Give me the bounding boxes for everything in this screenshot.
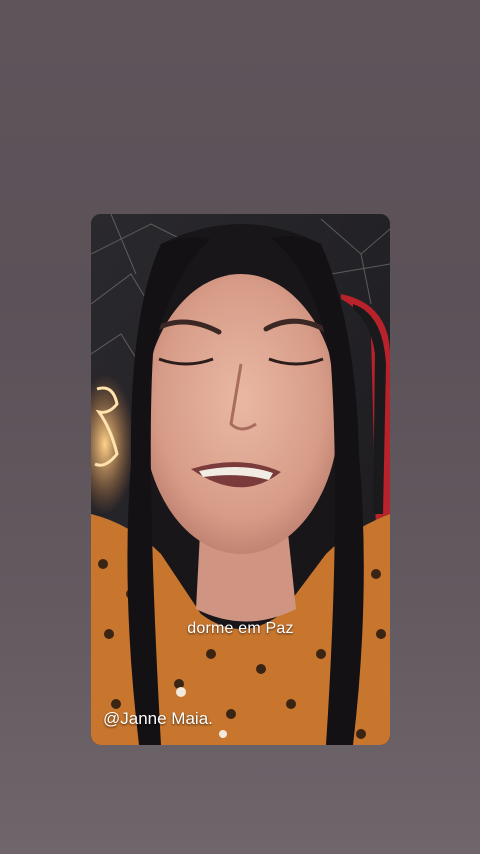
story-caption: dorme em Paz — [187, 620, 294, 637]
video-frame-image — [91, 214, 390, 745]
story-video-card[interactable]: dorme em Paz @Janne Maia. — [91, 214, 390, 745]
creator-handle[interactable]: @Janne Maia. — [103, 709, 213, 729]
